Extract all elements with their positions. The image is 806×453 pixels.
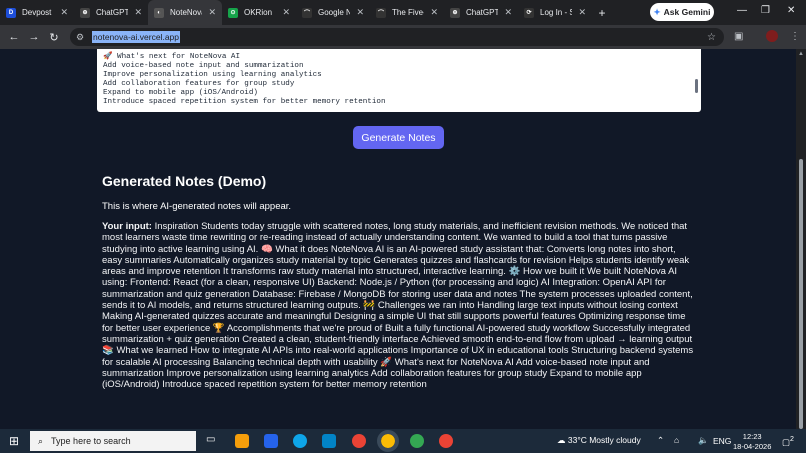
file-explorer-icon[interactable] (235, 434, 249, 448)
tab-favicon-icon: ⊕ (450, 7, 460, 18)
tab-title: NoteNova (170, 8, 203, 17)
tab-title: OKRion (244, 8, 273, 17)
tab-close-icon[interactable]: ✕ (356, 7, 364, 18)
volume-icon[interactable]: 🔈 (698, 435, 709, 446)
profile-avatar[interactable] (766, 30, 778, 42)
language-indicator[interactable]: ENG (713, 436, 731, 446)
minimize-icon[interactable]: — (737, 5, 747, 16)
textarea-line: Add voice-based note input and summariza… (103, 62, 304, 70)
chrome-icon-1[interactable] (352, 434, 366, 448)
generated-notes-text: Your input: Inspiration Students today s… (102, 221, 696, 390)
browser-tab[interactable]: ◐ NoteNova ✕ (148, 0, 222, 25)
textarea-line: Add collaboration features for group stu… (103, 80, 295, 88)
search-icon: ⌕ (38, 435, 44, 446)
url-text[interactable]: notenova-ai.vercel.app (92, 31, 181, 43)
edge-icon[interactable] (293, 434, 307, 448)
generate-notes-button[interactable]: Generate Notes (353, 126, 444, 149)
textarea-line: Introduce spaced repetition system for b… (103, 98, 386, 106)
forward-icon[interactable]: → (24, 31, 44, 43)
new-tab-button[interactable]: + (592, 6, 612, 20)
bookmark-star-icon[interactable]: ☆ (707, 32, 716, 43)
tab-close-icon[interactable]: ✕ (60, 7, 68, 18)
browser-tab[interactable]: ⊕ ChatGPT ✕ (74, 0, 148, 25)
tab-title: The Five-F (392, 8, 424, 17)
textarea-line: Expand to mobile app (iOS/Android) (103, 89, 258, 97)
reload-icon[interactable]: ↻ (44, 31, 64, 44)
browser-tab[interactable]: ⊕ ChatGPT ✕ (444, 0, 518, 25)
site-info-icon[interactable]: ⚙ (76, 32, 92, 43)
restore-icon[interactable]: ❐ (761, 5, 770, 16)
output-heading: Generated Notes (Demo) (102, 173, 267, 189)
textarea-scrollbar[interactable] (695, 79, 698, 93)
mail-icon[interactable] (322, 434, 336, 448)
tab-close-icon[interactable]: ✕ (578, 7, 586, 18)
notes-body: Inspiration Students today struggle with… (102, 221, 694, 391)
input-label: Your input: (102, 221, 152, 232)
textarea-line: Improve personalization using learning a… (103, 71, 322, 79)
tab-favicon-icon: ⊕ (80, 7, 90, 18)
tab-title: ChatGPT (466, 8, 499, 17)
tray-chevron-icon[interactable]: ⌃ (657, 435, 664, 446)
tab-close-icon[interactable]: ✕ (208, 7, 216, 18)
tab-title: Google N (318, 8, 351, 17)
notes-input-textarea[interactable]: 🚀 What's next for NoteNova AI Add voice-b… (97, 49, 701, 112)
notification-icon[interactable]: ▢2 (782, 435, 794, 448)
tab-favicon-icon: ⌒ (376, 7, 386, 18)
tab-title: Devpost (22, 8, 52, 17)
tab-favicon-icon: D (6, 7, 16, 18)
chrome-icon-2[interactable] (377, 430, 399, 452)
page-scrollbar[interactable]: ▲ ▼ (796, 49, 806, 429)
tab-close-icon[interactable]: ✕ (504, 7, 512, 18)
store-icon[interactable] (264, 434, 278, 448)
system-clock[interactable]: 12:23 18-04-2026 (733, 432, 771, 452)
browser-tab[interactable]: ⊙ OKRion ✕ (222, 0, 296, 25)
windows-start-icon[interactable]: ⊞ (0, 434, 28, 448)
ask-gemini-button[interactable]: ✦ Ask Gemini (650, 3, 714, 21)
tab-close-icon[interactable]: ✕ (430, 7, 438, 18)
tab-favicon-icon: ◐ (154, 7, 164, 18)
tab-close-icon[interactable]: ✕ (282, 7, 290, 18)
textarea-line: 🚀 What's next for NoteNova AI (103, 53, 241, 61)
gemini-icon: ✦ (653, 6, 661, 17)
browser-tab[interactable]: ⌒ The Five-F ✕ (370, 0, 444, 25)
tab-close-icon[interactable]: ✕ (134, 7, 142, 18)
chrome-icon-3[interactable] (410, 434, 424, 448)
taskbar-search-box[interactable]: ⌕ Type here to search (30, 431, 196, 451)
tab-favicon-icon: ⌒ (302, 7, 312, 18)
weather-widget[interactable]: ☁ 33°C Mostly cloudy (557, 435, 641, 446)
cloud-icon: ☁ (557, 435, 568, 445)
page-content: 🚀 What's next for NoteNova AI Add voice-b… (0, 49, 796, 429)
tab-favicon-icon: ⟳ (524, 7, 534, 18)
browser-tab[interactable]: D Devpost ✕ (0, 0, 74, 25)
tab-favicon-icon: ⊙ (228, 7, 238, 18)
close-window-icon[interactable]: ✕ (787, 5, 795, 16)
network-icon[interactable]: ⌂ (674, 435, 679, 445)
tab-title: Log In - S (540, 8, 573, 17)
tab-title: ChatGPT (96, 8, 129, 17)
browser-tab[interactable]: ⌒ Google N ✕ (296, 0, 370, 25)
menu-icon[interactable]: ⋮ (790, 31, 800, 42)
scroll-up-icon[interactable]: ▲ (798, 51, 804, 57)
output-placeholder: This is where AI-generated notes will ap… (102, 201, 292, 212)
cast-icon[interactable]: ▣ (734, 31, 743, 42)
back-icon[interactable]: ← (4, 31, 24, 43)
address-bar[interactable]: ⚙ notenova-ai.vercel.app ☆ (70, 28, 724, 46)
scroll-thumb[interactable] (799, 159, 803, 429)
scroll-down-icon[interactable]: ▼ (798, 419, 804, 425)
browser-tab[interactable]: ⟳ Log In - S ✕ (518, 0, 592, 25)
task-view-icon[interactable]: ▭ (206, 434, 220, 448)
chrome-icon-4[interactable] (439, 434, 453, 448)
